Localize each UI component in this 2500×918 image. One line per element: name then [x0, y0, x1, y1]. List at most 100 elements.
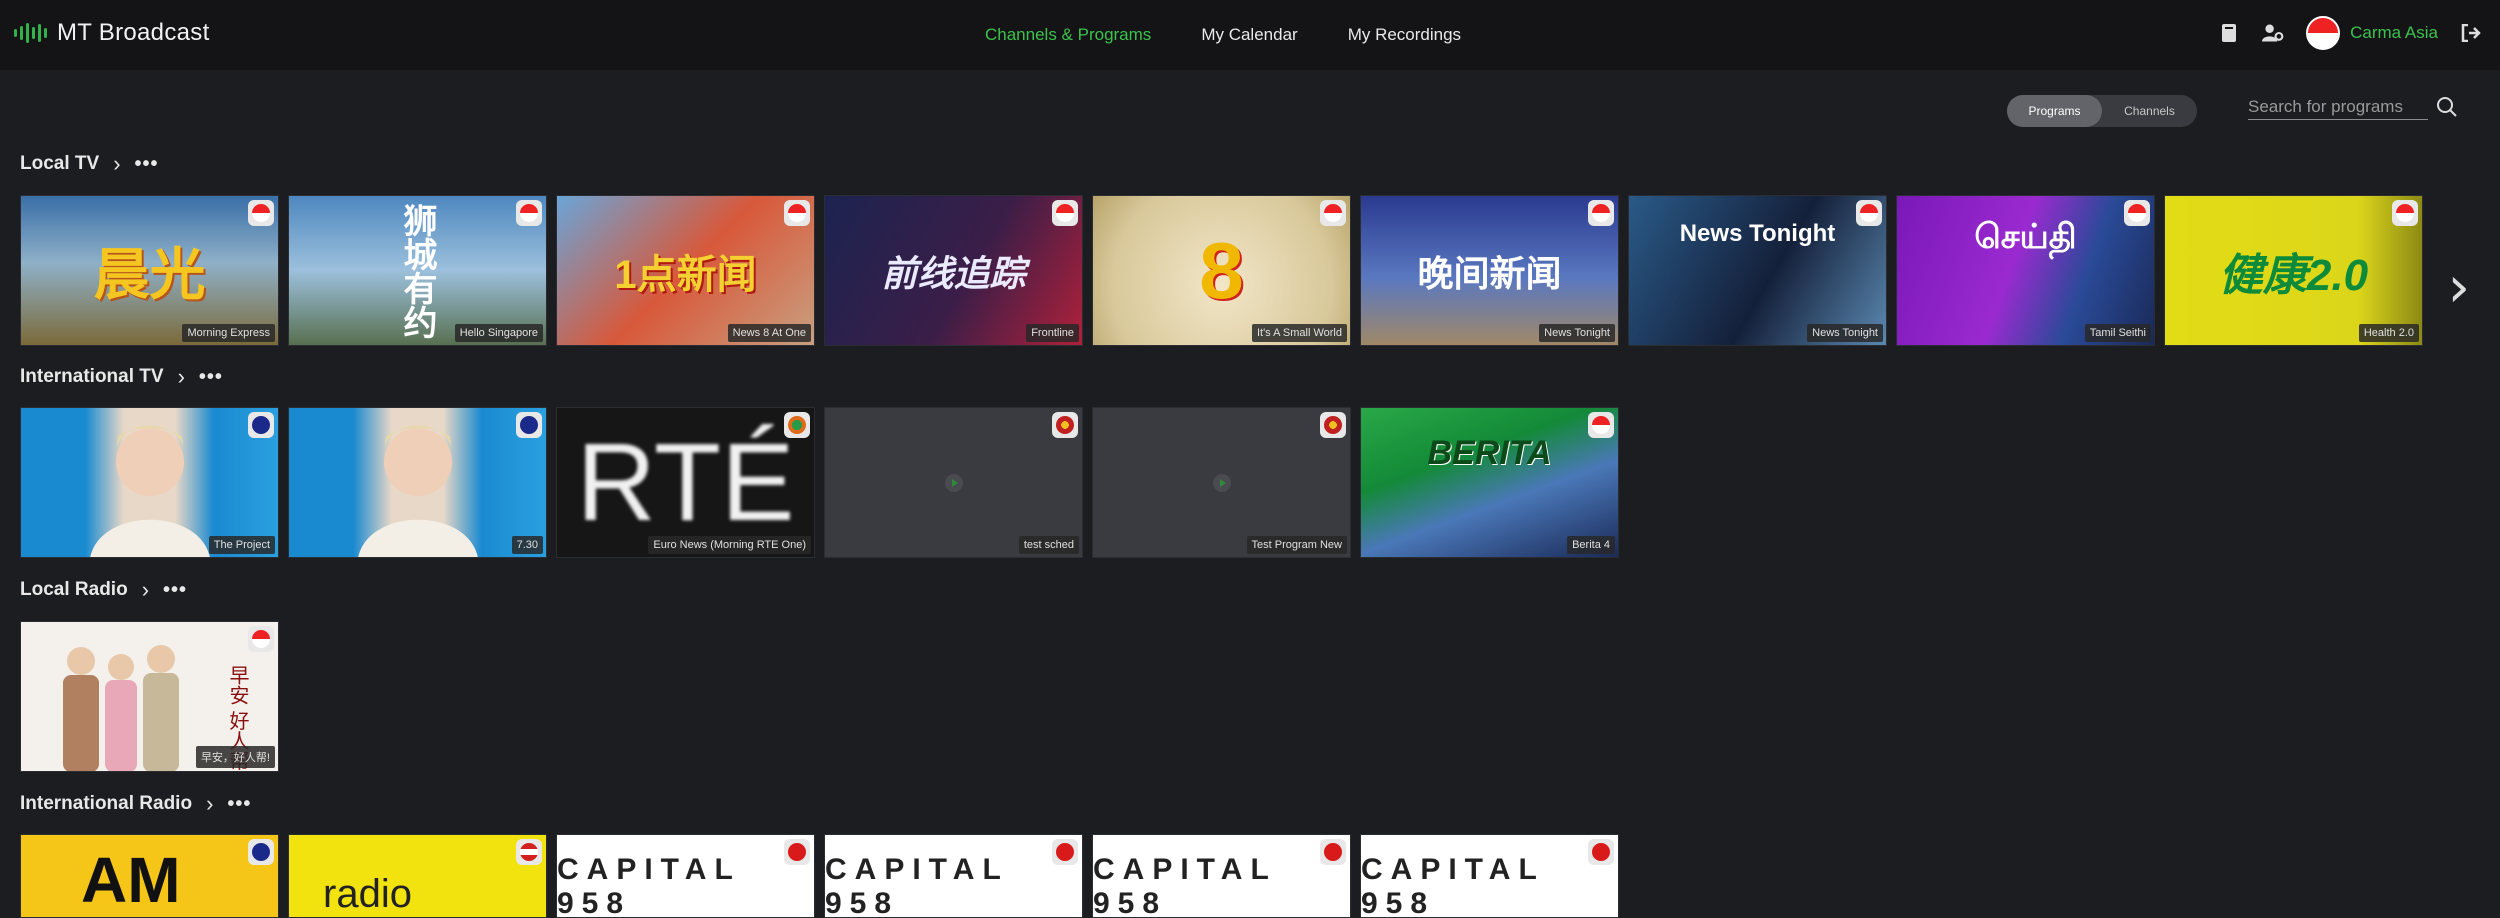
- program-tile[interactable]: 健康2.0 Health 2.0: [2164, 195, 2423, 346]
- row-header-international-tv: International TV › •••: [20, 364, 223, 390]
- tile-label: Health 2.0: [2358, 324, 2419, 342]
- program-tile[interactable]: radio: [288, 834, 547, 918]
- china-flag-icon: [1320, 839, 1346, 865]
- australia-flag-icon: [248, 839, 274, 865]
- scroll-right-arrow-icon[interactable]: ›: [2448, 255, 2470, 320]
- tile-label: News Tonight: [1807, 324, 1883, 342]
- program-tile[interactable]: 前线追踪 Frontline: [824, 195, 1083, 346]
- row-title[interactable]: International TV: [20, 366, 164, 388]
- program-tile[interactable]: 早安 好人帮 早安，好人帮!: [20, 621, 279, 772]
- row-header-local-tv: Local TV › •••: [20, 151, 159, 177]
- program-tile[interactable]: CAPITAL 958: [1092, 834, 1351, 918]
- portugal-flag-icon: [1052, 412, 1078, 438]
- soundwave-icon: [14, 18, 47, 48]
- chevron-right-icon[interactable]: ›: [178, 364, 185, 390]
- search-icon[interactable]: [2436, 96, 2458, 118]
- placeholder-play-icon: [825, 408, 1082, 557]
- more-icon[interactable]: •••: [199, 366, 223, 389]
- program-tile[interactable]: BERITA Berita 4: [1360, 407, 1619, 558]
- singapore-flag-icon: [248, 626, 274, 652]
- row-header-local-radio: Local Radio › •••: [20, 577, 187, 603]
- program-tile[interactable]: 晚间新闻 News Tonight: [1360, 195, 1619, 346]
- tile-art: CAPITAL 958: [1093, 853, 1277, 918]
- placeholder-play-icon: [1093, 408, 1350, 557]
- chevron-right-icon[interactable]: ›: [113, 151, 120, 177]
- tile-label: Morning Express: [182, 324, 275, 342]
- tile-label: Frontline: [1026, 324, 1079, 342]
- search-bar: [2248, 92, 2458, 122]
- singapore-flag-icon: [2124, 200, 2150, 226]
- presenter-image: [289, 408, 546, 557]
- tile-art: 前线追踪: [881, 252, 1026, 294]
- singapore-flag-icon: [2392, 200, 2418, 226]
- book-icon[interactable]: [2218, 22, 2240, 44]
- singapore-flag-icon: [1588, 200, 1614, 226]
- toggle-channels[interactable]: Channels: [2102, 95, 2197, 127]
- tile-label: Tamil Seithi: [2084, 324, 2151, 342]
- program-tile[interactable]: 狮城有约 Hello Singapore: [288, 195, 547, 346]
- tile-art: RTÉ: [576, 421, 795, 544]
- singapore-flag-icon: [516, 200, 542, 226]
- program-tile[interactable]: CAPITAL 958: [824, 834, 1083, 918]
- tiles-local-tv: 晨光 Morning Express 狮城有约 Hello Singapore …: [20, 195, 2423, 346]
- user-name: Carma Asia: [2350, 23, 2438, 42]
- tile-label: 早安，好人帮!: [195, 746, 275, 768]
- row-header-international-radio: International Radio › •••: [20, 791, 251, 817]
- tile-label: News 8 At One: [727, 324, 811, 342]
- view-toggle: Programs Channels: [2007, 95, 2197, 127]
- singapore-flag-icon: [1320, 200, 1346, 226]
- app-title: MT Broadcast: [57, 19, 210, 46]
- portugal-flag-icon: [1320, 412, 1346, 438]
- toggle-programs[interactable]: Programs: [2007, 95, 2102, 127]
- tiles-local-radio: 早安 好人帮 早安，好人帮!: [20, 621, 279, 772]
- tile-art: செய்தி: [1974, 218, 2077, 256]
- nav-my-calendar[interactable]: My Calendar: [1201, 25, 1297, 45]
- tile-art: 健康2.0: [2218, 250, 2369, 300]
- program-tile[interactable]: The Project: [20, 407, 279, 558]
- tile-label: 7.30: [511, 536, 543, 554]
- singapore-flag-icon: [784, 200, 810, 226]
- top-bar: MT Broadcast Channels & Programs My Cale…: [0, 0, 2500, 70]
- tile-label: Hello Singapore: [454, 324, 543, 342]
- tile-art: 晨光: [93, 243, 206, 306]
- program-tile[interactable]: CAPITAL 958: [556, 834, 815, 918]
- program-tile[interactable]: RTÉ Euro News (Morning RTE One): [556, 407, 815, 558]
- tile-art: 8: [1199, 225, 1244, 315]
- more-icon[interactable]: •••: [227, 793, 251, 816]
- row-title[interactable]: Local TV: [20, 153, 99, 175]
- program-tile[interactable]: Test Program New: [1092, 407, 1351, 558]
- tile-art: CAPITAL 958: [557, 853, 741, 918]
- program-tile[interactable]: 8 It's A Small World: [1092, 195, 1351, 346]
- logout-icon[interactable]: [2460, 22, 2482, 44]
- nav-channels-programs[interactable]: Channels & Programs: [985, 25, 1151, 45]
- tile-art: News Tonight: [1679, 220, 1836, 247]
- program-tile[interactable]: 晨光 Morning Express: [20, 195, 279, 346]
- user-menu[interactable]: Carma Asia: [2306, 16, 2438, 50]
- more-icon[interactable]: •••: [163, 579, 187, 602]
- program-tile[interactable]: CAPITAL 958: [1360, 834, 1619, 918]
- tile-label: It's A Small World: [1251, 324, 1347, 342]
- australia-flag-icon: [248, 412, 274, 438]
- chevron-right-icon[interactable]: ›: [142, 577, 149, 603]
- row-title[interactable]: International Radio: [20, 793, 192, 815]
- search-input[interactable]: [2248, 94, 2428, 120]
- row-title[interactable]: Local Radio: [20, 579, 128, 601]
- program-tile[interactable]: 7.30: [288, 407, 547, 558]
- presenter-image: [21, 408, 278, 557]
- brand[interactable]: MT Broadcast: [14, 18, 210, 48]
- nav-my-recordings[interactable]: My Recordings: [1348, 25, 1461, 45]
- program-tile[interactable]: 1点新闻 News 8 At One: [556, 195, 815, 346]
- program-tile[interactable]: செய்தி Tamil Seithi: [1896, 195, 2155, 346]
- user-settings-icon[interactable]: [2262, 22, 2284, 44]
- more-icon[interactable]: •••: [135, 153, 159, 176]
- singapore-flag-icon: [2306, 16, 2341, 50]
- tiles-international-radio: AM radio CAPITAL 958 CAPITAL 958 CAPITAL…: [20, 834, 1619, 918]
- chevron-right-icon[interactable]: ›: [206, 791, 213, 817]
- program-tile[interactable]: test sched: [824, 407, 1083, 558]
- china-flag-icon: [1052, 839, 1078, 865]
- tile-label: Test Program New: [1246, 536, 1347, 554]
- tile-label: Berita 4: [1567, 536, 1615, 554]
- program-tile[interactable]: AM: [20, 834, 279, 918]
- tile-art: 1点新闻: [614, 252, 757, 297]
- program-tile[interactable]: News Tonight News Tonight: [1628, 195, 1887, 346]
